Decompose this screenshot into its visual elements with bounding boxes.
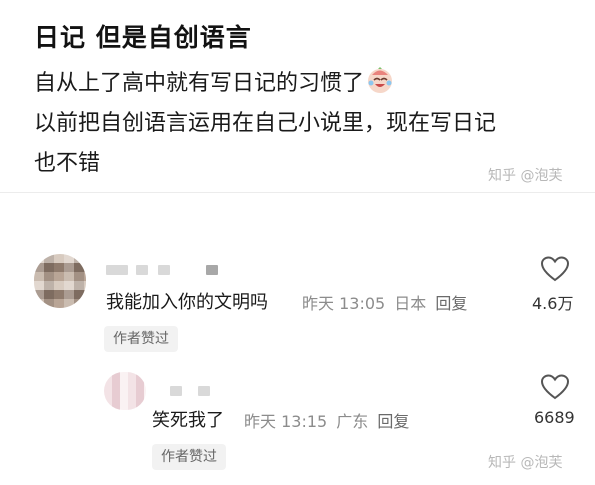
username-blurred[interactable] — [170, 386, 182, 396]
comment-text: 笑死我了 — [152, 410, 224, 431]
post-line: 以前把自创语言运用在自己小说里，现在写日记 — [34, 111, 497, 136]
heart-icon[interactable] — [541, 256, 569, 282]
username-blurred — [158, 265, 170, 275]
like-count: 4.6万 — [532, 294, 574, 313]
post-body: 自从上了高中就有写日记的习惯了 以前把自创语言运用在自己小说里，现在写日记 也不… — [34, 64, 496, 184]
username-blurred[interactable] — [106, 265, 128, 275]
comment-location: 广东 — [336, 412, 369, 431]
watermark: 知乎 @泡芙 — [488, 168, 563, 184]
reply-button[interactable]: 回复 — [377, 412, 409, 431]
comment-time: 昨天 13:15 — [244, 412, 328, 431]
like-count: 6689 — [534, 408, 575, 427]
author-liked-badge: 作者赞过 — [104, 326, 178, 352]
watermark: 知乎 @泡芙 — [488, 455, 563, 471]
username-blurred — [206, 265, 218, 275]
username-blurred — [198, 386, 210, 396]
username-blurred — [136, 265, 148, 275]
comment-time: 昨天 13:05 — [302, 294, 386, 313]
avatar[interactable] — [104, 372, 146, 410]
divider — [0, 192, 595, 193]
reply-button[interactable]: 回复 — [435, 294, 467, 313]
post-card: 日记 但是自创语言 自从上了高中就有写日记的习惯了 以前把自创语言运用在自己小说… — [0, 0, 595, 192]
comment-meta: 昨天 13:15 广东 回复 — [244, 408, 413, 432]
comment-location: 日本 — [394, 294, 427, 313]
heart-icon[interactable] — [541, 374, 569, 400]
post-title: 日记 但是自创语言 — [34, 23, 252, 52]
avatar[interactable] — [34, 254, 86, 308]
author-liked-badge: 作者赞过 — [152, 444, 226, 470]
comment-meta: 昨天 13:05 日本 回复 — [302, 290, 471, 314]
post-line: 自从上了高中就有写日记的习惯了 — [34, 64, 496, 104]
comment-text: 我能加入你的文明吗 — [106, 292, 268, 313]
crying-laughing-face-icon — [368, 67, 393, 93]
post-line: 也不错 — [34, 151, 101, 176]
